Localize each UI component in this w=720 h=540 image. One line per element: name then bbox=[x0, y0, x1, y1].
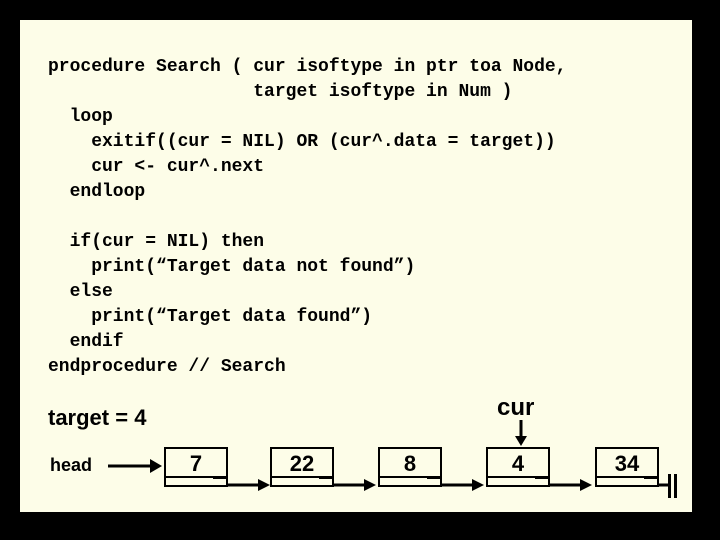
list-node: 4 bbox=[486, 447, 550, 487]
code-line: if(cur = NIL) then bbox=[48, 232, 264, 252]
code-line: print(“Target data found”) bbox=[48, 307, 372, 327]
code-line: exitif((cur = NIL) OR (cur^.data = targe… bbox=[48, 132, 556, 152]
code-line: print(“Target data not found”) bbox=[48, 257, 415, 277]
pseudocode-block: procedure Search ( cur isoftype in ptr t… bbox=[48, 55, 566, 380]
head-arrow-icon bbox=[108, 456, 162, 476]
next-arrow-icon bbox=[442, 478, 484, 492]
node-value: 8 bbox=[380, 451, 440, 477]
code-line: target isoftype in Num ) bbox=[48, 82, 512, 102]
node-value: 7 bbox=[166, 451, 226, 477]
list-node: 7 bbox=[164, 447, 228, 487]
code-line: else bbox=[48, 282, 113, 302]
code-line: endloop bbox=[48, 182, 145, 202]
list-node: 34 bbox=[595, 447, 659, 487]
nil-terminator-icon bbox=[674, 474, 677, 498]
next-arrow-icon bbox=[334, 478, 376, 492]
code-line: endprocedure // Search bbox=[48, 357, 286, 377]
head-label: head bbox=[50, 455, 92, 476]
next-arrow-icon bbox=[228, 478, 270, 492]
code-line: cur <- cur^.next bbox=[48, 157, 264, 177]
cur-arrow-icon bbox=[514, 420, 528, 446]
nil-terminator-icon bbox=[668, 474, 671, 498]
node-value: 4 bbox=[488, 451, 548, 477]
code-line: endif bbox=[48, 332, 124, 352]
node-value: 22 bbox=[272, 451, 332, 477]
code-line: loop bbox=[48, 107, 113, 127]
list-node: 8 bbox=[378, 447, 442, 487]
slide-frame: procedure Search ( cur isoftype in ptr t… bbox=[16, 16, 696, 516]
list-node: 22 bbox=[270, 447, 334, 487]
target-label: target = 4 bbox=[48, 405, 146, 431]
cur-label: cur bbox=[497, 394, 534, 422]
next-arrow-icon bbox=[550, 478, 592, 492]
node-value: 34 bbox=[597, 451, 657, 477]
code-line: procedure Search ( cur isoftype in ptr t… bbox=[48, 57, 566, 77]
